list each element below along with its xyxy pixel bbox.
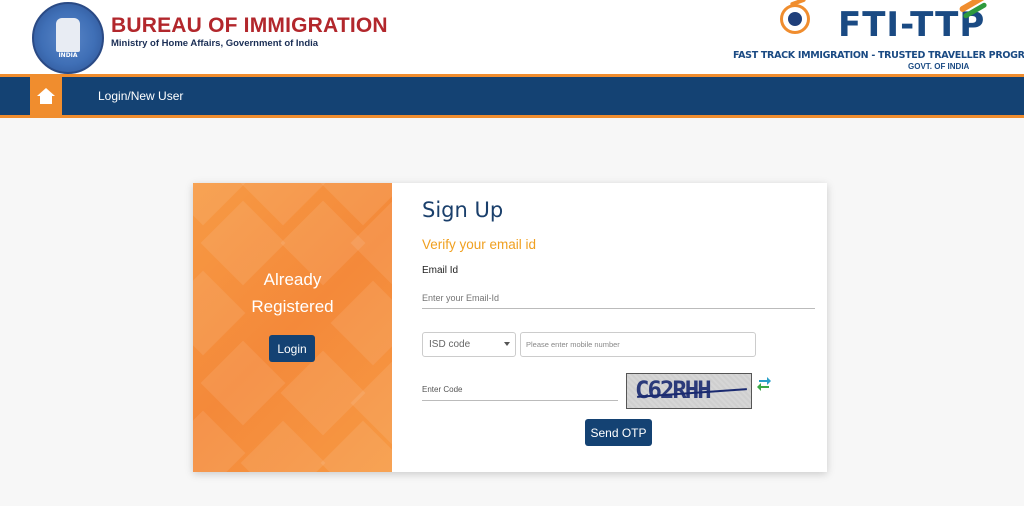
bureau-emblem-logo: INDIA <box>32 2 104 74</box>
emblem-text: INDIA <box>58 52 78 59</box>
fti-subtitle: FAST TRACK IMMIGRATION - TRUSTED TRAVELL… <box>733 50 1024 61</box>
fti-globe-logo <box>780 4 810 34</box>
bureau-title: BUREAU OF IMMIGRATION <box>111 14 388 37</box>
nav-login-new-user[interactable]: Login/New User <box>98 89 183 103</box>
ashoka-emblem-icon <box>56 18 80 52</box>
captcha-image: C62RHH <box>626 373 752 409</box>
chevron-down-icon <box>504 342 510 346</box>
verify-email-subtitle: Verify your email id <box>422 237 537 252</box>
email-label: Email Id <box>422 265 459 276</box>
globe-icon <box>788 12 802 26</box>
home-icon <box>37 88 55 104</box>
already-registered-text: Already Registered <box>193 266 392 320</box>
isd-value: ISD code <box>429 339 471 350</box>
home-button[interactable] <box>30 74 62 118</box>
captcha-code-field[interactable]: Enter Code <box>422 380 618 401</box>
send-otp-button[interactable]: Send OTP <box>585 419 652 446</box>
captcha-text: C62RHH <box>635 376 712 404</box>
navbar: Login/New User <box>0 74 1024 118</box>
refresh-icon[interactable] <box>756 375 772 393</box>
email-field[interactable] <box>422 287 815 309</box>
login-button[interactable]: Login <box>269 335 315 362</box>
page-title: Sign Up <box>422 198 504 222</box>
fti-govt-label: GOVT. OF INDIA <box>908 62 970 71</box>
mobile-number-field[interactable]: Please enter mobile number <box>520 332 756 357</box>
isd-code-select[interactable]: ISD code <box>422 332 516 357</box>
bureau-subtitle: Ministry of Home Affairs, Government of … <box>111 38 319 49</box>
signup-card: Already Registered Login Sign Up Verify … <box>193 183 827 472</box>
already-registered-panel: Already Registered Login <box>193 183 392 472</box>
signup-form: Sign Up Verify your email id Email Id IS… <box>392 183 827 472</box>
already-line: Already <box>263 270 322 289</box>
registered-line: Registered <box>251 297 334 316</box>
header: INDIA BUREAU OF IMMIGRATION Ministry of … <box>0 0 1024 74</box>
